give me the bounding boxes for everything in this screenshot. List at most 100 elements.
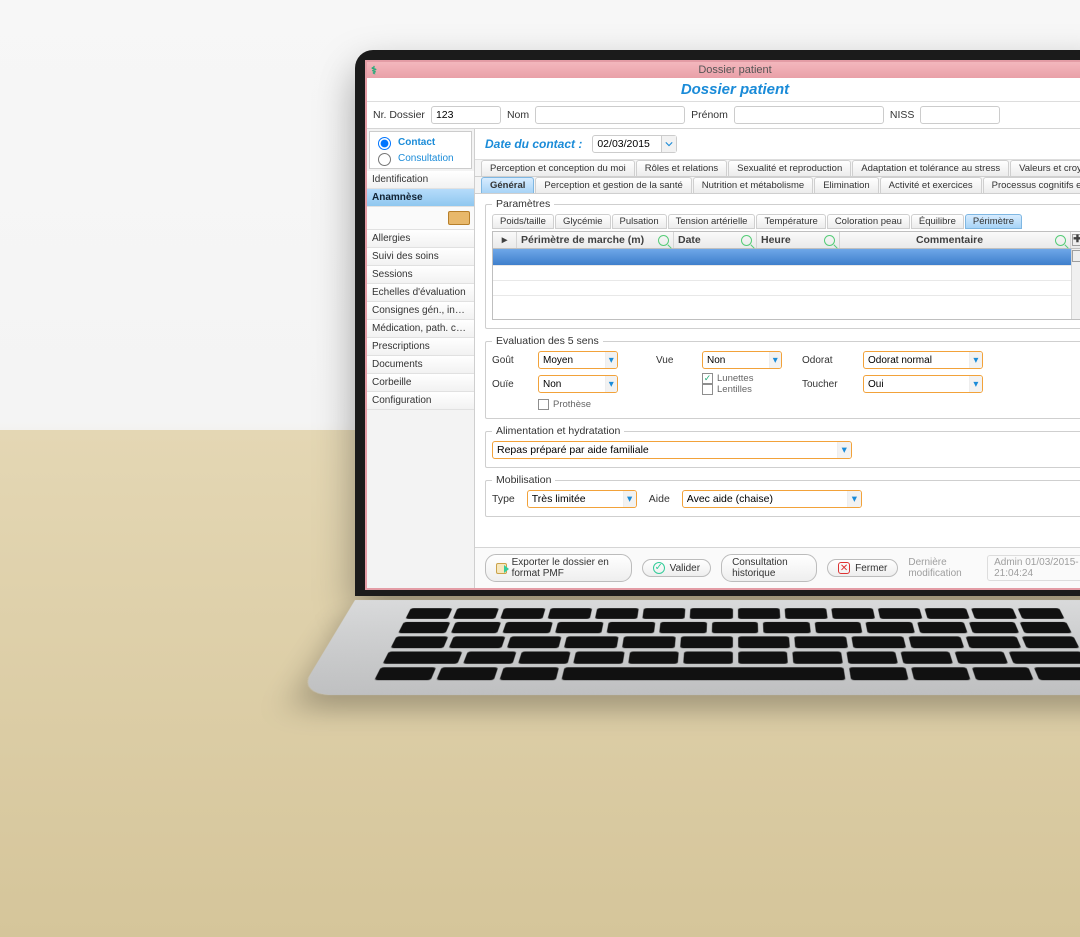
grid-row[interactable] bbox=[493, 295, 1080, 310]
parametres-legend: Paramètres bbox=[492, 198, 554, 210]
prothese-label: Prothèse bbox=[553, 399, 591, 410]
sidebar-item[interactable]: Echelles d'évaluation bbox=[367, 284, 474, 302]
grid-col-heure[interactable]: Heure bbox=[757, 232, 840, 248]
window-titlebar[interactable]: ⚕ Dossier patient bbox=[367, 62, 1080, 78]
chevron-down-icon bbox=[665, 140, 673, 148]
category-tab[interactable]: Adaptation et tolérance au stress bbox=[852, 160, 1009, 176]
chevron-down-icon[interactable]: ▾ bbox=[847, 491, 861, 507]
odorat-label: Odorat bbox=[802, 355, 857, 366]
lunettes-check[interactable] bbox=[702, 373, 713, 384]
parametres-grid[interactable]: ▸ Périmètre de marche (m) Date Heure bbox=[492, 231, 1080, 320]
param-tab[interactable]: Tension artérielle bbox=[668, 214, 756, 229]
chevron-down-icon[interactable]: ▾ bbox=[969, 352, 982, 368]
alimentation-combo[interactable]: ▾ bbox=[492, 441, 852, 459]
nom-input[interactable] bbox=[535, 106, 685, 124]
prenom-input[interactable] bbox=[734, 106, 884, 124]
category-tab[interactable]: Sexualité et reproduction bbox=[728, 160, 851, 176]
mobil-type-combo[interactable]: ▾ bbox=[527, 490, 637, 508]
grid-scrollbar[interactable] bbox=[1071, 249, 1080, 319]
sidebar-item[interactable]: Configuration bbox=[367, 392, 474, 410]
category-tab[interactable]: Elimination bbox=[814, 177, 878, 193]
grid-row[interactable] bbox=[493, 265, 1080, 280]
chevron-down-icon[interactable]: ▾ bbox=[969, 376, 982, 392]
sidebar: Contact Consultation IdentificationAnamn… bbox=[367, 129, 475, 588]
historique-button[interactable]: Consultation historique bbox=[721, 554, 817, 582]
param-tab[interactable]: Coloration peau bbox=[827, 214, 910, 229]
chevron-down-icon[interactable]: ▾ bbox=[605, 376, 618, 392]
toucher-combo[interactable]: ▾ bbox=[863, 375, 983, 393]
search-icon[interactable] bbox=[741, 235, 752, 246]
chevron-down-icon[interactable]: ▾ bbox=[605, 352, 618, 368]
grid-col-perimetre[interactable]: Périmètre de marche (m) bbox=[517, 232, 674, 248]
sidebar-item[interactable]: Anamnèse bbox=[367, 189, 474, 207]
sidebar-item[interactable]: Identification bbox=[367, 171, 474, 189]
grid-body[interactable] bbox=[493, 249, 1080, 319]
grid-row-selector-head[interactable]: ▸ bbox=[493, 232, 517, 248]
sidebar-item[interactable]: Suivi des soins bbox=[367, 248, 474, 266]
alimentation-fieldset: Alimentation et hydratation ▾ bbox=[485, 425, 1080, 468]
lentilles-check[interactable] bbox=[702, 384, 713, 395]
gout-combo[interactable]: ▾ bbox=[538, 351, 618, 369]
chevron-down-icon[interactable]: ▾ bbox=[837, 442, 851, 458]
prothese-check[interactable] bbox=[538, 399, 549, 410]
mode-contact[interactable]: Contact bbox=[373, 134, 468, 150]
category-tab[interactable]: Processus cognitifs et perceptifs bbox=[983, 177, 1080, 193]
param-tab[interactable]: Température bbox=[756, 214, 825, 229]
search-icon[interactable] bbox=[658, 235, 669, 246]
export-button[interactable]: Exporter le dossier en format PMF bbox=[485, 554, 632, 582]
contact-date-dropdown[interactable] bbox=[661, 136, 676, 152]
mobilisation-legend: Mobilisation bbox=[492, 474, 555, 486]
close-icon: ✕ bbox=[838, 562, 850, 574]
valider-button[interactable]: Valider bbox=[642, 559, 711, 577]
param-tab[interactable]: Pulsation bbox=[612, 214, 667, 229]
mobil-aide-combo[interactable]: ▾ bbox=[682, 490, 862, 508]
category-tab[interactable]: Activité et exercices bbox=[880, 177, 982, 193]
main-panel: Date du contact : Perception et concepti… bbox=[475, 129, 1080, 588]
scrollbar-thumb[interactable] bbox=[1072, 250, 1080, 262]
app-icon: ⚕ bbox=[371, 64, 377, 77]
window-title: Dossier patient bbox=[698, 64, 771, 76]
ouie-combo[interactable]: ▾ bbox=[538, 375, 618, 393]
chevron-down-icon[interactable]: ▾ bbox=[769, 352, 782, 368]
param-tab[interactable]: Périmètre bbox=[965, 214, 1022, 229]
param-tab[interactable]: Glycémie bbox=[555, 214, 611, 229]
category-tab[interactable]: Général bbox=[481, 177, 534, 193]
contact-date-field[interactable] bbox=[592, 135, 677, 153]
param-tab[interactable]: Équilibre bbox=[911, 214, 964, 229]
sidebar-item[interactable]: Consignes gén., indispo., ... bbox=[367, 302, 474, 320]
grid-col-commentaire[interactable]: Commentaire bbox=[840, 232, 1071, 248]
odorat-combo[interactable]: ▾ bbox=[863, 351, 983, 369]
category-tab[interactable]: Nutrition et métabolisme bbox=[693, 177, 813, 193]
grid-col-date[interactable]: Date bbox=[674, 232, 757, 248]
nr-dossier-input[interactable] bbox=[431, 106, 501, 124]
sidebar-item[interactable]: Documents bbox=[367, 356, 474, 374]
param-tab[interactable]: Poids/taille bbox=[492, 214, 554, 229]
fermer-button[interactable]: ✕ Fermer bbox=[827, 559, 898, 577]
niss-input[interactable] bbox=[920, 106, 1000, 124]
app-window: ⚕ Dossier patient Dossier patient Nr. Do… bbox=[365, 60, 1080, 590]
search-icon[interactable] bbox=[1055, 235, 1066, 246]
export-icon bbox=[496, 563, 507, 574]
mode-consultation-radio[interactable] bbox=[378, 153, 391, 166]
search-icon[interactable] bbox=[824, 235, 835, 246]
mode-contact-radio[interactable] bbox=[378, 137, 391, 150]
senses-fieldset: Evaluation des 5 sens Goût ▾ Vue ▾ Odora… bbox=[485, 335, 1080, 419]
chevron-down-icon[interactable]: ▾ bbox=[623, 491, 636, 507]
vue-combo[interactable]: ▾ bbox=[702, 351, 782, 369]
category-tab[interactable]: Perception et conception du moi bbox=[481, 160, 635, 176]
grid-add-button[interactable]: ✚ bbox=[1071, 232, 1080, 248]
category-tab[interactable]: Rôles et relations bbox=[636, 160, 727, 176]
grid-selected-row[interactable] bbox=[493, 249, 1080, 265]
sidebar-item[interactable]: Sessions bbox=[367, 266, 474, 284]
laptop: ⚕ Dossier patient Dossier patient Nr. Do… bbox=[355, 50, 1080, 730]
sidebar-item[interactable]: Corbeille bbox=[367, 374, 474, 392]
category-tab[interactable]: Perception et gestion de la santé bbox=[535, 177, 691, 193]
mode-consultation[interactable]: Consultation bbox=[373, 150, 468, 166]
contact-date-input[interactable] bbox=[593, 138, 661, 150]
grid-row[interactable] bbox=[493, 280, 1080, 295]
sidebar-item[interactable]: Médication, path. concom. bbox=[367, 320, 474, 338]
sidebar-item[interactable]: Allergies bbox=[367, 230, 474, 248]
sidebar-item[interactable]: Prescriptions bbox=[367, 338, 474, 356]
footer-bar: Exporter le dossier en format PMF Valide… bbox=[475, 547, 1080, 588]
category-tab[interactable]: Valeurs et croya bbox=[1010, 160, 1080, 176]
